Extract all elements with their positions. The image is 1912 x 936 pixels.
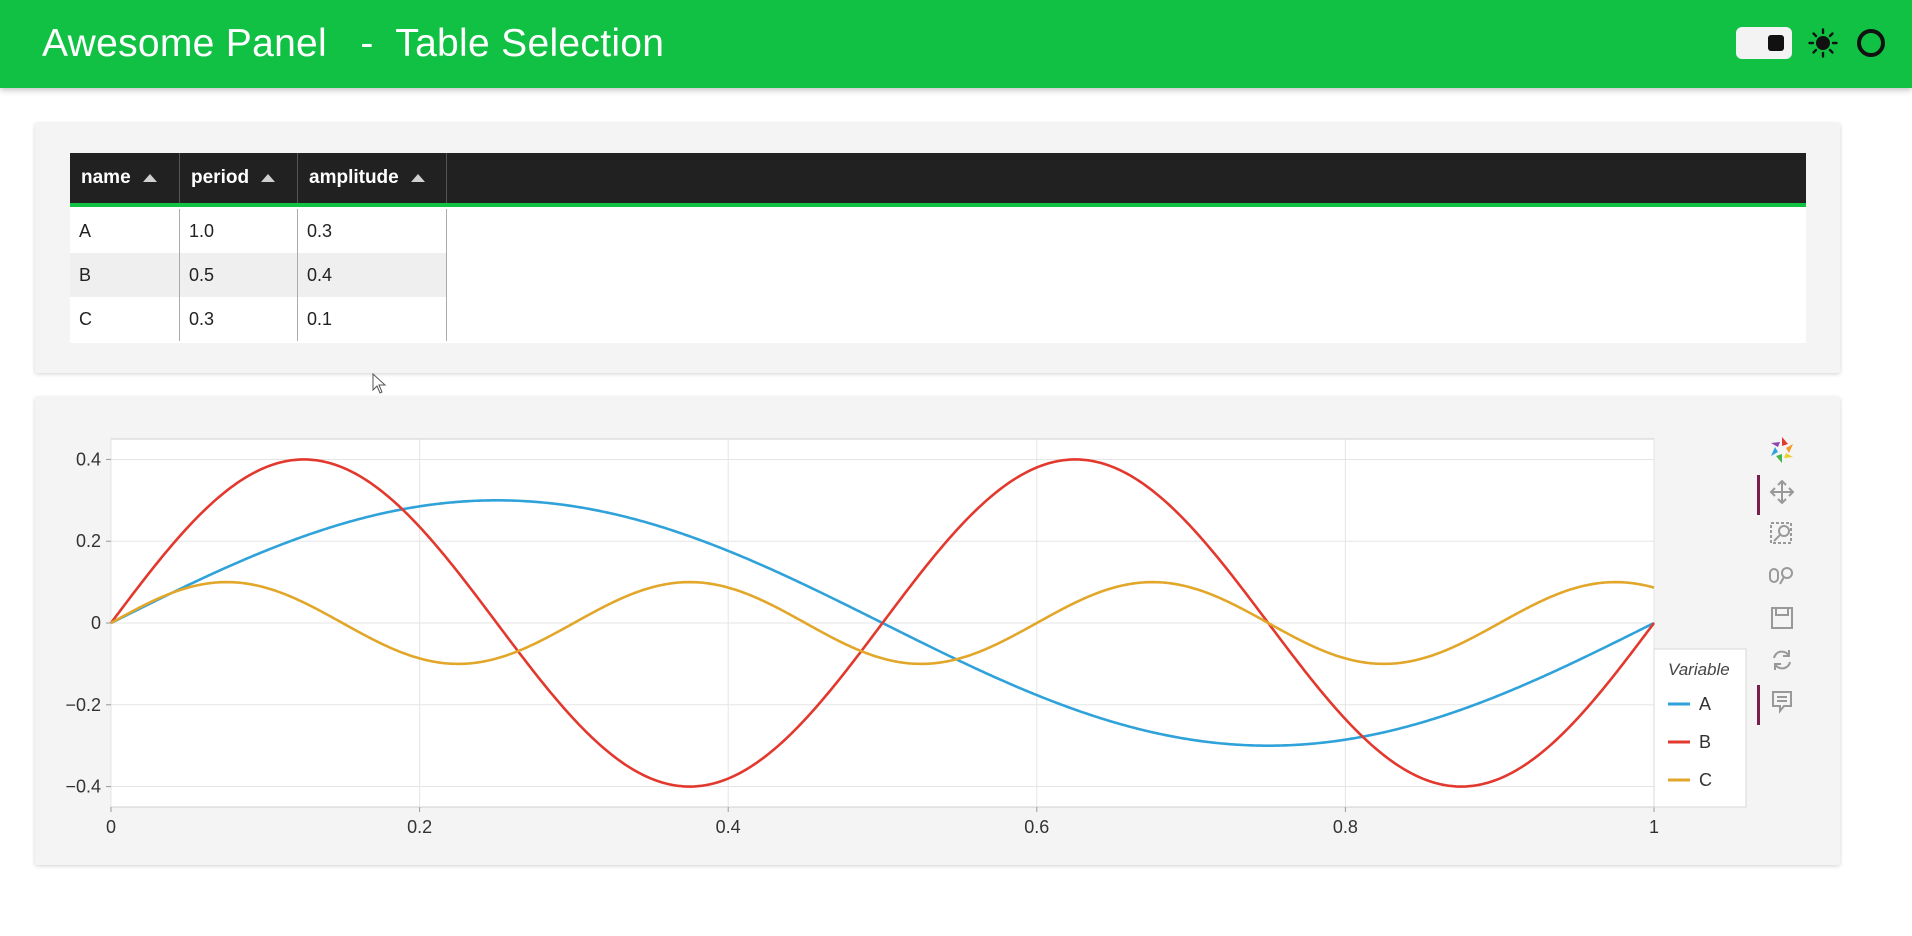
legend-label: B bbox=[1699, 732, 1711, 752]
legend-title: Variable bbox=[1668, 660, 1730, 679]
x-tick-label: 1 bbox=[1649, 817, 1659, 837]
cell-period[interactable]: 0.3 bbox=[180, 297, 298, 341]
column-header-amplitude[interactable]: amplitude bbox=[298, 153, 447, 203]
mouse-cursor-icon bbox=[372, 373, 387, 394]
header-controls bbox=[1736, 26, 1888, 60]
y-tick-label: 0 bbox=[91, 613, 101, 633]
y-tick-label: −0.2 bbox=[65, 695, 101, 715]
cell-period[interactable]: 0.5 bbox=[180, 253, 298, 297]
x-tick-label: 0.6 bbox=[1024, 817, 1049, 837]
sort-up-icon[interactable] bbox=[261, 174, 276, 182]
y-tick-label: 0.2 bbox=[76, 531, 101, 551]
save-icon[interactable] bbox=[1765, 601, 1799, 635]
pan-icon[interactable] bbox=[1757, 475, 1799, 515]
table-row[interactable]: B 0.5 0.4 bbox=[70, 253, 447, 297]
cell-name[interactable]: A bbox=[70, 209, 180, 253]
app-title: Awesome Panel - Table Selection bbox=[42, 22, 665, 65]
theme-toggle[interactable] bbox=[1736, 27, 1792, 59]
table-card: name period amplitude A 1.0 0.3 B 0.5 0.… bbox=[35, 123, 1840, 373]
toggle-knob bbox=[1768, 35, 1784, 51]
legend-label: C bbox=[1699, 770, 1712, 790]
column-header-label: period bbox=[191, 167, 250, 188]
circle-icon[interactable] bbox=[1854, 26, 1888, 60]
line-chart[interactable]: 0 0.2 0.4 0.6 0.8 1 0.4 0.2 0 −0.2 −0.4 Variable ABC bbox=[35, 397, 1840, 865]
table-row[interactable]: A 1.0 0.3 bbox=[70, 209, 447, 253]
sort-up-icon[interactable] bbox=[410, 174, 425, 182]
bokeh-logo-icon[interactable] bbox=[1765, 433, 1799, 467]
cell-name[interactable]: B bbox=[70, 253, 180, 297]
column-header-name[interactable]: name bbox=[70, 153, 180, 203]
cell-amplitude[interactable]: 0.1 bbox=[298, 297, 447, 341]
sort-up-icon[interactable] bbox=[142, 174, 157, 182]
x-tick-label: 0.4 bbox=[716, 817, 741, 837]
column-header-label: amplitude bbox=[309, 167, 399, 188]
box-zoom-icon[interactable] bbox=[1765, 517, 1799, 551]
data-table: name period amplitude A 1.0 0.3 B 0.5 0.… bbox=[70, 153, 1806, 343]
plot-card: 0 0.2 0.4 0.6 0.8 1 0.4 0.2 0 −0.2 −0.4 Variable A B C bbox=[35, 397, 1840, 865]
column-header-label: name bbox=[81, 167, 131, 188]
sun-icon[interactable] bbox=[1806, 26, 1840, 60]
hover-icon[interactable] bbox=[1757, 685, 1799, 725]
x-tick-label: 0 bbox=[106, 817, 116, 837]
table-header: name period amplitude bbox=[70, 153, 1806, 207]
cell-amplitude[interactable]: 0.4 bbox=[298, 253, 447, 297]
cell-amplitude[interactable]: 0.3 bbox=[298, 209, 447, 253]
cell-period[interactable]: 1.0 bbox=[180, 209, 298, 253]
cell-name[interactable]: C bbox=[70, 297, 180, 341]
plot-toolbar bbox=[1757, 433, 1805, 727]
wheel-zoom-icon[interactable] bbox=[1765, 559, 1799, 593]
reset-icon[interactable] bbox=[1765, 643, 1799, 677]
app-header: Awesome Panel - Table Selection bbox=[0, 0, 1912, 88]
legend-label: A bbox=[1699, 694, 1711, 714]
y-tick-label: 0.4 bbox=[76, 449, 101, 469]
table-row[interactable]: C 0.3 0.1 bbox=[70, 297, 447, 341]
x-tick-label: 0.2 bbox=[407, 817, 432, 837]
column-header-period[interactable]: period bbox=[180, 153, 298, 203]
y-tick-label: −0.4 bbox=[65, 777, 101, 797]
x-tick-label: 0.8 bbox=[1333, 817, 1358, 837]
